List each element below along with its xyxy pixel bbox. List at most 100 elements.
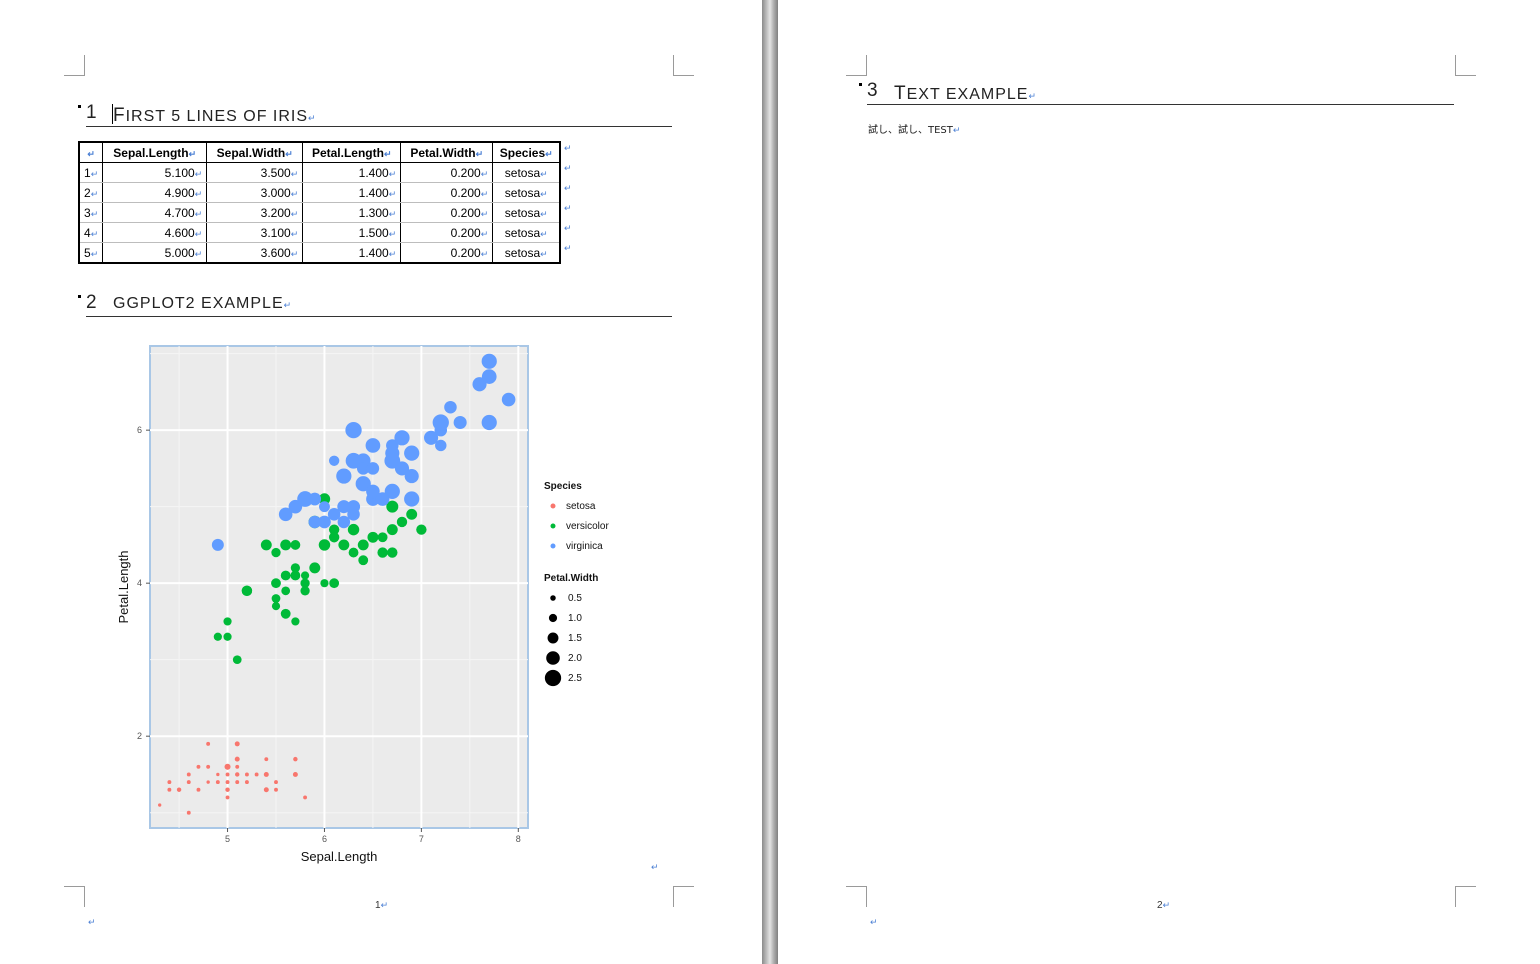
table-cell[interactable]: setosa↵ bbox=[492, 182, 561, 203]
data-point-setosa bbox=[167, 787, 172, 792]
data-point-versicolor bbox=[357, 539, 369, 551]
ggplot-scatter-chart: 5 6 7 8 2 4 6 Sepal.Length Petal.Length Species se… bbox=[116, 345, 609, 864]
data-point-setosa bbox=[263, 787, 269, 793]
table-cell[interactable]: 3.500↵ bbox=[206, 162, 303, 183]
crop-mark bbox=[846, 886, 867, 907]
data-point-setosa bbox=[196, 787, 201, 792]
row-end-mark-icon: ↵ bbox=[564, 243, 572, 253]
table-cell[interactable]: 4↵ bbox=[78, 222, 103, 243]
data-point-virginica bbox=[434, 423, 448, 437]
row-end-mark-icon: ↵ bbox=[564, 203, 572, 213]
data-point-versicolor bbox=[232, 655, 242, 665]
table-cell[interactable]: 0.200↵ bbox=[400, 202, 493, 223]
data-point-versicolor bbox=[271, 594, 281, 603]
table-cell[interactable]: 0.200↵ bbox=[400, 222, 493, 243]
table-cell[interactable]: 1.400↵ bbox=[302, 162, 401, 183]
table-cell[interactable]: 3.600↵ bbox=[206, 242, 303, 264]
data-point-versicolor bbox=[280, 608, 291, 619]
table-cell[interactable]: setosa↵ bbox=[492, 222, 561, 243]
plot-panel bbox=[149, 345, 529, 829]
legend-label: 1.0 bbox=[568, 613, 582, 624]
table-cell[interactable]: 0.200↵ bbox=[400, 162, 493, 183]
table-cell[interactable]: 0.200↵ bbox=[400, 182, 493, 203]
table-row: 4↵ 4.600↵ 3.100↵ 1.500↵ 0.200↵ setosa↵ bbox=[78, 222, 561, 243]
data-point-versicolor bbox=[387, 547, 398, 558]
heading-2[interactable]: 2 GGPLOT2 EXAMPLE↵ bbox=[78, 292, 672, 317]
text-cursor bbox=[112, 104, 113, 124]
legend-label: 2.5 bbox=[568, 673, 582, 684]
heading-1[interactable]: 1 FIRST 5 LINES OF IRIS↵ bbox=[78, 102, 672, 127]
table-cell[interactable]: setosa↵ bbox=[492, 162, 561, 183]
table-cell[interactable]: 4.700↵ bbox=[102, 202, 207, 223]
y-tick-label: 4 bbox=[137, 578, 142, 588]
heading-title: TEXT EXAMPLE↵ bbox=[894, 83, 1038, 104]
paragraph-mark-icon: ↵ bbox=[1028, 91, 1038, 101]
table-cell[interactable]: 3↵ bbox=[78, 202, 103, 223]
legend-label: virginica bbox=[566, 541, 603, 552]
table-cell[interactable]: 3.200↵ bbox=[206, 202, 303, 223]
table-cell[interactable]: setosa↵ bbox=[492, 242, 561, 264]
data-point-versicolor bbox=[347, 523, 360, 536]
data-point-setosa bbox=[234, 741, 240, 747]
heading-3[interactable]: 3 TEXT EXAMPLE↵ bbox=[859, 80, 1454, 105]
row-end-mark-icon: ↵ bbox=[564, 183, 572, 193]
table-header-cell: Species↵ bbox=[492, 142, 561, 163]
data-point-virginica bbox=[404, 468, 419, 484]
legend-key bbox=[544, 669, 562, 687]
data-point-setosa bbox=[254, 772, 259, 777]
data-point-versicolor bbox=[377, 547, 388, 558]
table-cell[interactable]: 1.400↵ bbox=[302, 242, 401, 264]
table-cell[interactable]: 1.500↵ bbox=[302, 222, 401, 243]
table-cell[interactable]: 0.200↵ bbox=[400, 242, 493, 264]
table-header-cell: Petal.Length↵ bbox=[302, 142, 401, 163]
y-tick-label: 6 bbox=[137, 425, 142, 435]
legend-key bbox=[550, 503, 556, 509]
data-point-versicolor bbox=[338, 539, 350, 551]
table-cell[interactable]: 3.100↵ bbox=[206, 222, 303, 243]
data-point-versicolor bbox=[300, 571, 310, 580]
data-point-setosa bbox=[225, 772, 230, 777]
body-paragraph[interactable]: 試し、試し、TEST↵ bbox=[868, 121, 960, 136]
y-axis-label: Petal.Length bbox=[116, 550, 131, 623]
x-tick-label: 5 bbox=[225, 834, 230, 844]
heading-title: FIRST 5 LINES OF IRIS↵ bbox=[113, 105, 317, 127]
table-header-cell: Petal.Width↵ bbox=[400, 142, 493, 163]
data-point-versicolor bbox=[290, 540, 301, 550]
paragraph-mark-icon: ↵ bbox=[283, 300, 293, 310]
table-header-row: ↵ Sepal.Length↵ Sepal.Width↵ Petal.Lengt… bbox=[78, 142, 561, 163]
document-page-2: 3 TEXT EXAMPLE↵ 試し、試し、TEST↵ 2↵ ↵ bbox=[778, 0, 1540, 964]
table-cell[interactable]: 3.000↵ bbox=[206, 182, 303, 203]
data-point-versicolor bbox=[223, 632, 232, 641]
crop-mark bbox=[673, 55, 694, 76]
data-point-virginica bbox=[337, 500, 351, 514]
heading-title-rest: IRST 5 LINES OF IRIS bbox=[125, 108, 309, 125]
data-point-setosa bbox=[206, 764, 211, 769]
data-point-virginica bbox=[211, 538, 224, 551]
legend-key bbox=[546, 651, 560, 665]
table-cell[interactable]: 4.600↵ bbox=[102, 222, 207, 243]
table-cell[interactable]: 1.400↵ bbox=[302, 182, 401, 203]
table-cell[interactable]: setosa↵ bbox=[492, 202, 561, 223]
table-cell[interactable]: 5.100↵ bbox=[102, 162, 207, 183]
crop-mark bbox=[846, 55, 867, 76]
table-cell[interactable]: 5.000↵ bbox=[102, 242, 207, 264]
table-cell[interactable]: 1.300↵ bbox=[302, 202, 401, 223]
data-point-virginica bbox=[375, 492, 390, 506]
table-cell[interactable]: 5↵ bbox=[78, 242, 103, 264]
table-cell[interactable]: 1↵ bbox=[78, 162, 103, 183]
data-point-setosa bbox=[206, 780, 210, 784]
iris-table[interactable]: ↵ Sepal.Length↵ Sepal.Width↵ Petal.Lengt… bbox=[78, 141, 562, 264]
data-point-virginica bbox=[481, 414, 497, 431]
data-point-setosa bbox=[186, 780, 191, 785]
data-point-versicolor bbox=[291, 617, 300, 626]
legend-title: Petal.Width bbox=[544, 573, 598, 584]
data-point-setosa bbox=[186, 772, 191, 777]
data-point-virginica bbox=[384, 452, 401, 469]
table-header-cell: ↵ bbox=[78, 142, 103, 163]
data-point-setosa bbox=[303, 795, 308, 800]
table-cell[interactable]: 2↵ bbox=[78, 182, 103, 203]
data-point-versicolor bbox=[329, 578, 340, 589]
data-point-virginica bbox=[404, 445, 420, 461]
page-divider bbox=[762, 0, 778, 964]
table-cell[interactable]: 4.900↵ bbox=[102, 182, 207, 203]
